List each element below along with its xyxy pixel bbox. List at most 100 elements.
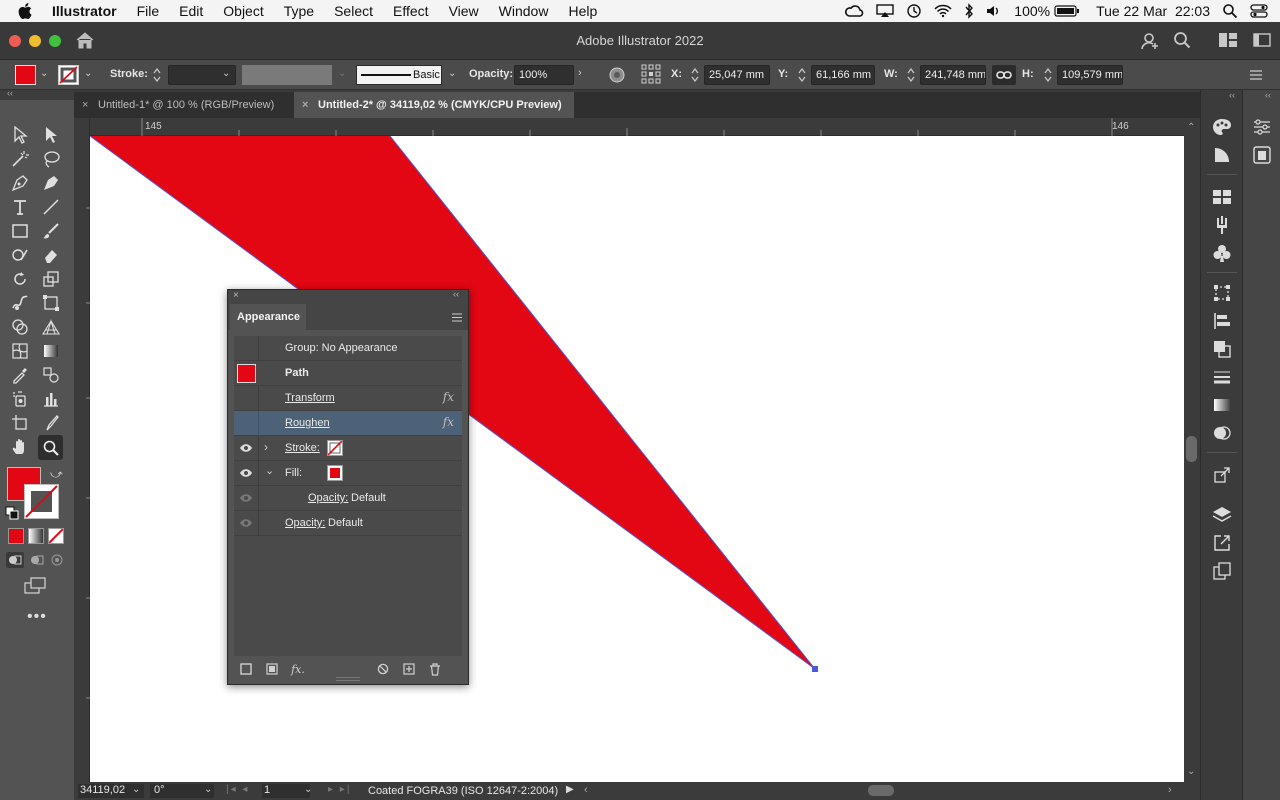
chevron-down-icon[interactable]: ⌄ (204, 784, 212, 795)
properties-icon[interactable] (1251, 116, 1273, 138)
constrain-proportions-link-icon[interactable] (992, 65, 1016, 85)
menu-help[interactable]: Help (558, 0, 607, 22)
control-bar-menu-icon[interactable] (1250, 69, 1262, 81)
stroke-swatch[interactable] (58, 65, 79, 85)
toolbar-collapse-strip[interactable]: ‹‹ (0, 88, 74, 100)
chevron-down-icon[interactable]: ⌄ (338, 68, 346, 79)
transform-panel-icon[interactable] (1211, 282, 1233, 304)
lasso-tool-icon[interactable] (40, 148, 62, 170)
free-transform-tool-icon[interactable] (40, 292, 62, 314)
panel-resize-grip[interactable] (336, 677, 360, 681)
none-mode-icon[interactable] (48, 528, 64, 544)
symbol-sprayer-tool-icon[interactable] (9, 388, 31, 410)
appearance-fill-opacity-row[interactable]: Opacity: Default (234, 486, 462, 511)
stroke-label-link[interactable]: Stroke: (285, 442, 320, 454)
first-prev-artboard-icon[interactable]: |◂ ◂ (226, 784, 249, 795)
warp-tool-icon[interactable] (9, 292, 31, 314)
chevron-down-icon[interactable]: ⌄ (84, 68, 92, 79)
hand-tool-icon[interactable] (9, 436, 31, 458)
perspective-grid-tool-icon[interactable] (40, 316, 62, 338)
tab-untitled-1[interactable]: × Untitled-1* @ 100 % (RGB/Preview) (74, 92, 294, 118)
panel-menu-icon[interactable] (452, 313, 462, 322)
add-new-fill-icon[interactable] (265, 662, 279, 676)
gradient-panel-icon[interactable] (1211, 394, 1233, 416)
search-icon[interactable] (1173, 31, 1191, 49)
h-field[interactable]: 109,579 mm (1057, 65, 1123, 85)
visibility-eye-icon[interactable] (239, 467, 253, 479)
duplicate-item-icon[interactable] (402, 662, 416, 676)
chevron-down-icon[interactable]: ⌄ (222, 68, 230, 79)
y-field[interactable]: 61,166 mm (811, 65, 875, 85)
visibility-eye-icon[interactable] (239, 517, 253, 529)
menu-select[interactable]: Select (324, 0, 383, 22)
collapse-icon[interactable]: ‹‹ (7, 88, 13, 98)
vertical-scrollbar[interactable]: ⌃ ⌄ (1184, 118, 1200, 782)
workspace-switcher-icon[interactable] (1253, 33, 1271, 47)
shape-builder-tool-icon[interactable] (9, 316, 31, 338)
menu-object[interactable]: Object (213, 0, 273, 22)
chevron-right-icon[interactable]: › (578, 67, 582, 79)
visibility-eye-icon[interactable] (239, 492, 253, 504)
brush-definition[interactable]: Basic (356, 65, 442, 85)
menu-edit[interactable]: Edit (169, 0, 213, 22)
volume-icon[interactable] (986, 4, 1002, 18)
paintbrush-tool-icon[interactable] (40, 220, 62, 242)
delete-item-icon[interactable] (428, 662, 442, 676)
pathfinder-icon[interactable] (1211, 338, 1233, 360)
chevron-down-icon[interactable]: ⌄ (304, 784, 312, 795)
wifi-icon[interactable] (934, 4, 952, 18)
h-stepper[interactable] (1043, 66, 1053, 84)
swatches-icon[interactable] (1211, 186, 1233, 208)
reference-point-icon[interactable] (641, 64, 661, 84)
column-graph-tool-icon[interactable] (40, 388, 62, 410)
clear-appearance-icon[interactable] (376, 662, 390, 676)
variable-width-profile[interactable] (242, 65, 332, 85)
appearance-stroke-row[interactable]: › Stroke: (234, 436, 462, 461)
opacity-field[interactable]: 100% (514, 65, 574, 85)
edit-toolbar-icon[interactable]: ••• (27, 608, 47, 626)
collapse-panel-icon[interactable]: ‹‹ (453, 289, 459, 299)
libraries-icon[interactable] (1251, 144, 1273, 166)
share-user-icon[interactable] (1140, 31, 1160, 51)
fill-swatch[interactable] (15, 65, 36, 85)
brushes-icon[interactable] (1211, 214, 1233, 236)
anchor-point[interactable] (812, 666, 818, 672)
eyedropper-tool-icon[interactable] (9, 364, 31, 386)
draw-normal-icon[interactable] (6, 552, 24, 568)
scroll-left-arrow-icon[interactable]: ‹ (584, 784, 588, 796)
menu-type[interactable]: Type (274, 0, 324, 22)
mesh-tool-icon[interactable] (9, 340, 31, 362)
spotlight-icon[interactable] (1222, 3, 1238, 19)
clock[interactable]: Tue 22 Mar 22:03 (1096, 3, 1210, 19)
chevron-right-icon[interactable]: › (264, 440, 268, 454)
align-panel-icon[interactable] (1211, 310, 1233, 332)
line-segment-tool-icon[interactable] (40, 196, 62, 218)
opacity-link[interactable]: Opacity: (285, 517, 325, 529)
add-new-effect-icon[interactable]: fx. (291, 662, 305, 676)
roughen-effect-link[interactable]: Roughen (285, 417, 330, 429)
scroll-down-arrow-icon[interactable]: ⌄ (1187, 766, 1195, 777)
chevron-down-icon[interactable]: ⌄ (132, 784, 140, 795)
swap-colors-icon[interactable]: ⤻ (50, 467, 63, 482)
add-new-stroke-icon[interactable] (239, 662, 253, 676)
appearance-roughen-row[interactable]: Roughen fx (234, 411, 462, 436)
slice-tool-icon[interactable] (40, 412, 62, 434)
next-last-artboard-icon[interactable]: ▸ ▸| (328, 784, 351, 795)
x-field[interactable]: 25,047 mm (704, 65, 770, 85)
apple-icon[interactable] (18, 0, 38, 22)
eraser-tool-icon[interactable] (40, 244, 62, 266)
w-stepper[interactable] (906, 66, 916, 84)
rectangle-tool-icon[interactable] (9, 220, 31, 242)
close-tab-icon[interactable]: × (302, 92, 308, 118)
battery-icon[interactable] (1054, 5, 1080, 17)
close-tab-icon[interactable]: × (82, 92, 88, 118)
pen-tool-icon[interactable] (9, 172, 31, 194)
w-field[interactable]: 241,748 mm (920, 65, 986, 85)
direct-selection-tool-icon[interactable] (40, 124, 62, 146)
gradient-mode-icon[interactable] (28, 528, 44, 544)
y-stepper[interactable] (797, 66, 807, 84)
menu-view[interactable]: View (439, 0, 489, 22)
vertical-scroll-thumb[interactable] (1186, 436, 1197, 462)
airplay-icon[interactable] (876, 4, 894, 18)
fill-opacity-link[interactable]: Opacity: (308, 492, 348, 504)
